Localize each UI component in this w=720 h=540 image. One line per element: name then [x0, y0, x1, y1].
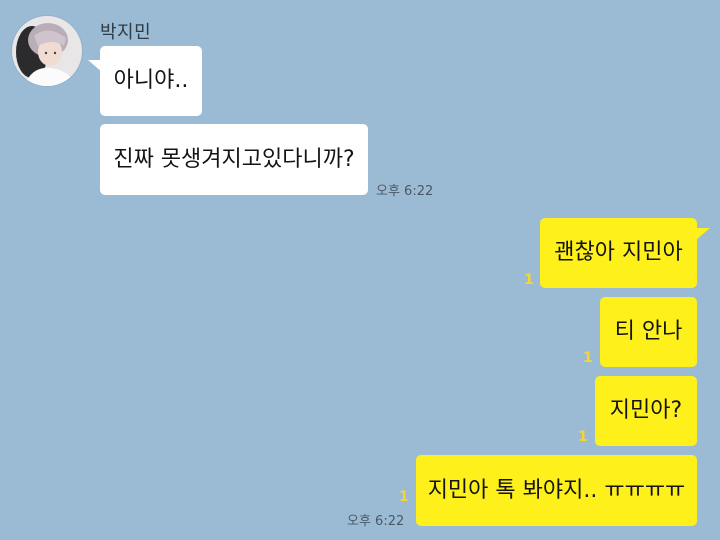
unread-count: 1 [399, 489, 409, 505]
outgoing-message-3[interactable]: 지민아? [595, 376, 697, 446]
incoming-message-1[interactable]: 아니야.. [100, 46, 202, 116]
unread-count: 1 [524, 272, 534, 288]
outgoing-bubble-tail [696, 228, 710, 240]
incoming-message-2[interactable]: 진짜 못생겨지고있다니까? [100, 124, 368, 195]
sender-name: 박지민 [100, 22, 152, 43]
outgoing-timestamp: 오후 6:22 [347, 514, 405, 529]
outgoing-message-1[interactable]: 괜찮아 지민아 [540, 218, 697, 288]
unread-count: 1 [583, 350, 593, 366]
unread-count: 1 [578, 429, 588, 445]
incoming-timestamp: 오후 6:22 [376, 184, 434, 199]
sender-avatar[interactable] [12, 16, 82, 86]
profile-photo-icon [12, 16, 82, 86]
outgoing-message-2[interactable]: 티 안나 [600, 297, 697, 367]
outgoing-message-4[interactable]: 지민아 톡 봐야지.. ㅠㅠㅠㅠ [416, 455, 697, 526]
